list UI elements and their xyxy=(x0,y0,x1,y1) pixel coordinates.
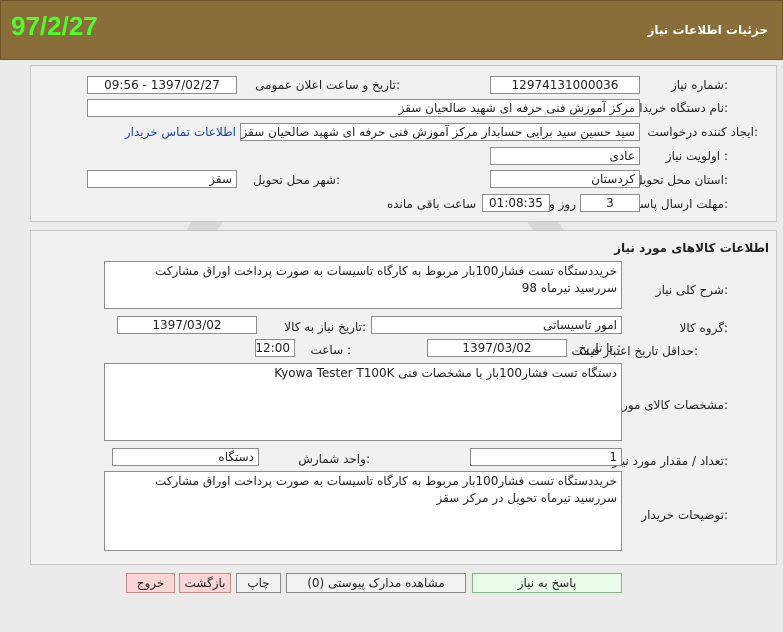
summary-label: شرح کلی نیاز: xyxy=(655,283,728,297)
quantity-field: 1 xyxy=(470,448,622,466)
goods-section-title: اطلاعات کالاهای مورد نیاز xyxy=(614,241,769,255)
quantity-label: تعداد / مقدار مورد نیاز: xyxy=(612,454,728,468)
goods-group-field: امور تاسیساتی xyxy=(371,316,622,334)
need-date-label: تاریخ نیاز به کالا: xyxy=(284,320,366,334)
exit-button[interactable]: خروج xyxy=(126,573,175,593)
time-left-unit-label: ساعت باقی مانده xyxy=(386,197,476,211)
buyer-org-field: مرکز آموزش فنی حرفه ای شهید صالحیان سقز xyxy=(87,99,640,117)
print-button[interactable]: چاپ xyxy=(236,573,281,593)
until-date-label: تا تاریخ : xyxy=(578,341,621,355)
days-field: 3 xyxy=(580,194,640,212)
days-unit-label: روز و xyxy=(549,197,576,211)
page-header: 97/2/27 جزئیات اطلاعات نیاز xyxy=(0,0,783,60)
time-left-field: 01:08:35 xyxy=(482,194,550,212)
announce-datetime-field: 1397/02/27 - 09:56 xyxy=(87,76,237,94)
announce-datetime-label: تاریخ و ساعت اعلان عمومی: xyxy=(255,78,400,92)
province-label: استان محل تحویل: xyxy=(633,173,728,187)
date-stamp: 97/2/27 xyxy=(11,11,98,41)
unit-field: دستگاه xyxy=(112,448,259,466)
summary-textarea: خریددستگاه تست فشار100بار مربوط به کارگا… xyxy=(104,261,622,309)
view-attachments-button[interactable]: مشاهده مدارک پیوستی (0) xyxy=(286,573,466,593)
back-button[interactable]: بازگشت xyxy=(179,573,231,593)
need-number-label: شماره نیاز: xyxy=(670,78,728,92)
buyer-contact-link[interactable]: اطلاعات تماس خریدار xyxy=(125,125,236,139)
unit-label: واحد شمارش: xyxy=(298,452,370,466)
need-number-field: 12974131000036 xyxy=(490,76,640,94)
requester-field: سید حسین سید برایی حسابدار مرکز آموزش فن… xyxy=(240,123,640,141)
page-title: جزئیات اطلاعات نیاز xyxy=(647,23,768,37)
hour-label: ساعت : xyxy=(310,343,351,357)
goods-group-label: گروه کالا: xyxy=(679,321,729,335)
buyer-notes-label: توضیحات خریدار: xyxy=(641,508,728,522)
requester-label: ایجاد کننده درخواست: xyxy=(647,125,758,139)
reply-button[interactable]: پاسخ به نیاز xyxy=(472,573,622,593)
buyer-notes-textarea: خریددستگاه تست فشار100بار مربوط به کارگا… xyxy=(104,471,622,551)
need-date-field: 1397/03/02 xyxy=(117,316,257,334)
province-field: کردستان xyxy=(490,170,640,188)
until-date-field: 1397/03/02 xyxy=(427,339,567,357)
priority-label: اولویت نیاز : xyxy=(665,149,728,163)
city-field: سقز xyxy=(87,170,237,188)
hour-field: 12:00 xyxy=(255,339,295,357)
city-label: شهر محل تحویل: xyxy=(253,173,340,187)
spec-textarea: دستگاه تست فشار100بار با مشخصات فنی Kyow… xyxy=(104,363,622,441)
buyer-org-label: نام دستگاه خریدار: xyxy=(633,101,729,115)
deadline-label: مهلت ارسال پاسخ: xyxy=(632,197,728,211)
priority-field: عادی xyxy=(490,147,640,165)
